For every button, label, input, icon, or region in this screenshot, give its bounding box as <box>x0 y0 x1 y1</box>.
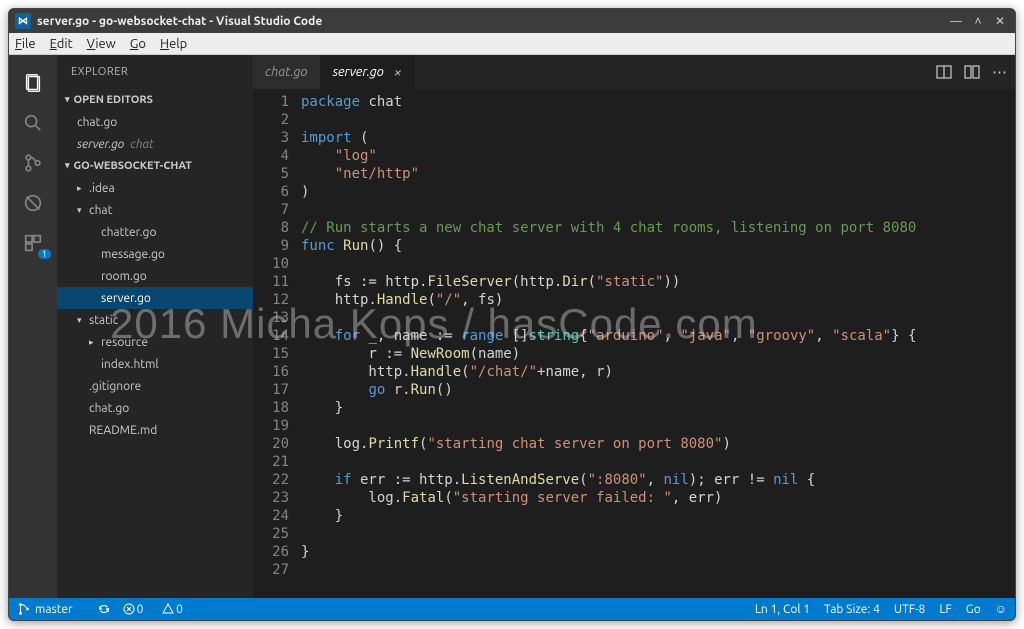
status-problems[interactable]: 0 0 <box>123 603 195 616</box>
menu-help[interactable]: Help <box>160 37 187 51</box>
activity-explorer[interactable] <box>9 63 57 103</box>
close-tab-icon[interactable]: × <box>394 64 402 80</box>
file-tree-item[interactable]: ▸.idea <box>57 177 253 199</box>
tab-bar: chat.goserver.go× ⋯ <box>253 55 1015 89</box>
file-tree-item[interactable]: ▸resource <box>57 331 253 353</box>
status-language[interactable]: Go <box>966 603 981 616</box>
maximize-button[interactable]: ˄ <box>969 14 987 28</box>
status-cursor[interactable]: Ln 1, Col 1 <box>755 603 810 616</box>
file-tree-item[interactable]: ▾static <box>57 309 253 331</box>
more-actions-icon[interactable]: ⋯ <box>992 63 1007 81</box>
status-bar: master 0 0 Ln 1, Col 1 Tab Size: 4 UTF-8… <box>9 598 1015 620</box>
code-content[interactable]: package chat import ( "log" "net/http") … <box>301 89 1015 598</box>
file-tree-item[interactable]: chatter.go <box>57 221 253 243</box>
menu-view[interactable]: View <box>87 37 116 51</box>
activity-extensions[interactable]: 1 <box>9 223 57 263</box>
editor-area: chat.goserver.go× ⋯ 12345678910111213141… <box>253 55 1015 598</box>
file-tree-item[interactable]: ▾chat <box>57 199 253 221</box>
status-feedback-icon[interactable]: ☺ <box>995 602 1007 616</box>
menu-bar: File Edit View Go Help <box>9 33 1015 55</box>
file-tree-item[interactable]: message.go <box>57 243 253 265</box>
folder-label: GO-WEBSOCKET-CHAT <box>74 160 192 172</box>
file-tree-item[interactable]: chat.go <box>57 397 253 419</box>
close-window-button[interactable]: ✕ <box>991 14 1009 28</box>
file-tree-item[interactable]: room.go <box>57 265 253 287</box>
chevron-down-icon: ▾ <box>65 94 70 105</box>
menu-file[interactable]: File <box>15 37 36 51</box>
status-tabsize[interactable]: Tab Size: 4 <box>824 603 880 616</box>
file-tree-item[interactable]: .gitignore <box>57 375 253 397</box>
main-area: 1 EXPLORER ▾ OPEN EDITORS chat.goserver.… <box>9 55 1015 598</box>
status-sync[interactable] <box>97 602 111 616</box>
file-tree-item[interactable]: README.md <box>57 419 253 441</box>
menu-edit[interactable]: Edit <box>50 37 73 51</box>
editor-tab[interactable]: server.go× <box>321 55 415 89</box>
open-editors-label: OPEN EDITORS <box>74 94 153 106</box>
editor-tab[interactable]: chat.go <box>253 55 321 89</box>
file-tree-item[interactable]: server.go <box>57 287 253 309</box>
split-editor-icon[interactable] <box>936 64 952 80</box>
line-number-gutter: 1234567891011121314151617181920212223242… <box>253 89 301 598</box>
menu-go[interactable]: Go <box>130 37 146 51</box>
open-editor-item[interactable]: server.gochat <box>57 133 253 155</box>
open-editor-item[interactable]: chat.go <box>57 111 253 133</box>
status-branch[interactable]: master <box>17 602 85 616</box>
app-window: ⋈ server.go - go-websocket-chat - Visual… <box>8 8 1016 621</box>
minimize-button[interactable]: — <box>947 15 965 28</box>
window-title: server.go - go-websocket-chat - Visual S… <box>37 15 943 28</box>
code-editor[interactable]: 1234567891011121314151617181920212223242… <box>253 89 1015 598</box>
activity-debug[interactable] <box>9 183 57 223</box>
tab-actions: ⋯ <box>924 55 1015 89</box>
folder-header[interactable]: ▾ GO-WEBSOCKET-CHAT <box>57 155 253 177</box>
sidebar-title: EXPLORER <box>57 55 253 89</box>
editor-layout-icon[interactable] <box>964 64 980 80</box>
activity-bar: 1 <box>9 55 57 598</box>
activity-scm[interactable] <box>9 143 57 183</box>
status-eol[interactable]: LF <box>939 603 951 616</box>
title-bar: ⋈ server.go - go-websocket-chat - Visual… <box>9 9 1015 33</box>
file-tree-item[interactable]: index.html <box>57 353 253 375</box>
extensions-badge: 1 <box>38 249 51 259</box>
status-encoding[interactable]: UTF-8 <box>894 603 925 616</box>
activity-search[interactable] <box>9 103 57 143</box>
vscode-icon: ⋈ <box>15 13 31 29</box>
chevron-down-icon: ▾ <box>65 160 70 171</box>
explorer-sidebar: EXPLORER ▾ OPEN EDITORS chat.goserver.go… <box>57 55 253 598</box>
open-editors-header[interactable]: ▾ OPEN EDITORS <box>57 89 253 111</box>
